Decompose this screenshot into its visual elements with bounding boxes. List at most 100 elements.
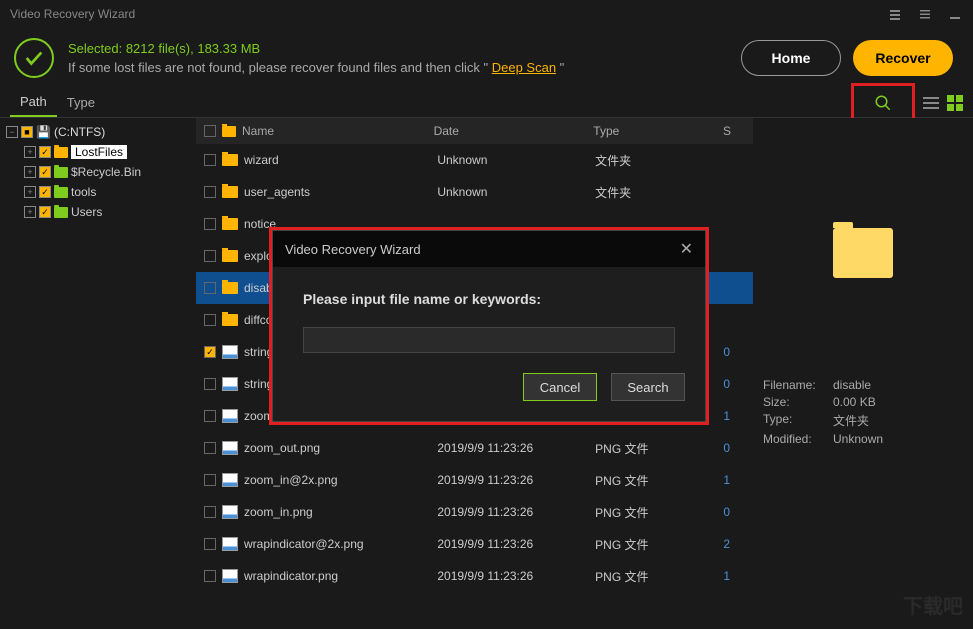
file-size: 0 <box>723 377 753 391</box>
tree-item[interactable]: + ✓ Users <box>6 202 190 222</box>
file-name: zoom_out.png <box>244 441 437 455</box>
file-check[interactable] <box>204 474 216 486</box>
tree-check[interactable]: ✓ <box>39 206 51 218</box>
file-type: 文件夹 <box>595 184 723 201</box>
search-input[interactable] <box>303 327 675 353</box>
list-view-icon[interactable] <box>923 95 939 111</box>
hint-text: If some lost files are not found, please… <box>68 60 727 75</box>
search-modal: Video Recovery Wizard ✕ Please input fil… <box>272 230 706 422</box>
tree-label: LostFiles <box>71 145 127 159</box>
folder-icon <box>54 187 68 198</box>
file-row[interactable]: user_agents Unknown 文件夹 <box>196 176 753 208</box>
file-row[interactable]: wrapindicator.png 2019/9/9 11:23:26 PNG … <box>196 560 753 592</box>
home-button[interactable]: Home <box>741 40 841 76</box>
collapse-icon[interactable]: − <box>6 126 18 138</box>
col-date[interactable]: Date <box>434 124 594 138</box>
file-date: Unknown <box>437 185 595 199</box>
tree-label: tools <box>71 185 96 199</box>
deep-scan-link[interactable]: Deep Scan <box>492 60 556 75</box>
val-filename: disable <box>833 378 871 392</box>
file-check[interactable] <box>204 218 216 230</box>
modal-highlight: Video Recovery Wizard ✕ Please input fil… <box>269 227 709 425</box>
col-name[interactable]: Name <box>242 124 274 138</box>
tabs-row: Path Type <box>0 88 973 118</box>
file-check[interactable] <box>204 410 216 422</box>
png-icon <box>222 505 238 519</box>
tree-check[interactable]: ■ <box>21 126 33 138</box>
expand-icon[interactable]: + <box>24 206 36 218</box>
file-row[interactable]: zoom_out.png 2019/9/9 11:23:26 PNG 文件 0 <box>196 432 753 464</box>
tree-check[interactable]: ✓ <box>39 186 51 198</box>
tree-label: $Recycle.Bin <box>71 165 141 179</box>
tree-check[interactable]: ✓ <box>39 166 51 178</box>
file-type: PNG 文件 <box>595 440 723 457</box>
modal-prompt: Please input file name or keywords: <box>303 291 675 307</box>
file-header: Name Date Type S <box>196 118 753 144</box>
file-type: PNG 文件 <box>595 536 723 553</box>
tree-item[interactable]: + ✓ tools <box>6 182 190 202</box>
file-date: 2019/9/9 11:23:26 <box>437 441 595 455</box>
col-type[interactable]: Type <box>593 124 723 138</box>
cancel-button[interactable]: Cancel <box>523 373 597 401</box>
file-date: Unknown <box>437 153 595 167</box>
val-size: 0.00 KB <box>833 395 876 409</box>
minimize-icon[interactable] <box>947 6 963 22</box>
sidebar-tree: − ■ 💾 (C:NTFS) + ✓ LostFiles+ ✓ $Recycle… <box>0 118 196 629</box>
file-size: 0 <box>723 345 753 359</box>
file-size: 2 <box>723 537 753 551</box>
folder-icon <box>222 126 236 137</box>
drive-icon: 💾 <box>36 125 51 139</box>
tree-root[interactable]: − ■ 💾 (C:NTFS) <box>6 122 190 142</box>
app-title: Video Recovery Wizard <box>10 7 135 21</box>
png-icon <box>222 345 238 359</box>
tab-path[interactable]: Path <box>10 88 57 117</box>
lbl-size: Size: <box>763 395 833 409</box>
file-check[interactable] <box>204 570 216 582</box>
file-check[interactable] <box>204 538 216 550</box>
file-row[interactable]: zoom_in.png 2019/9/9 11:23:26 PNG 文件 0 <box>196 496 753 528</box>
window-icon-1[interactable] <box>887 6 903 22</box>
grid-view-icon[interactable] <box>947 95 963 111</box>
file-check[interactable] <box>204 250 216 262</box>
expand-icon[interactable]: + <box>24 186 36 198</box>
file-name: wizard <box>244 153 437 167</box>
file-name: user_agents <box>244 185 437 199</box>
search-highlight <box>851 83 915 123</box>
file-size: 0 <box>723 441 753 455</box>
expand-icon[interactable]: + <box>24 166 36 178</box>
search-button[interactable]: Search <box>611 373 685 401</box>
close-icon[interactable]: ✕ <box>680 239 693 259</box>
file-size: 1 <box>723 409 753 423</box>
file-name: zoom_in.png <box>244 505 437 519</box>
hint-suffix: " <box>556 60 564 75</box>
watermark: 下载吧 <box>903 590 963 619</box>
file-check[interactable] <box>204 314 216 326</box>
file-check[interactable] <box>204 154 216 166</box>
file-check[interactable] <box>204 506 216 518</box>
file-row[interactable]: wizard Unknown 文件夹 <box>196 144 753 176</box>
tree-item[interactable]: + ✓ LostFiles <box>6 142 190 162</box>
success-check-icon <box>14 38 54 78</box>
file-check[interactable]: ✓ <box>204 346 216 358</box>
tree-check[interactable]: ✓ <box>39 146 51 158</box>
file-check[interactable] <box>204 378 216 390</box>
file-row[interactable]: wrapindicator@2x.png 2019/9/9 11:23:26 P… <box>196 528 753 560</box>
preview-panel: Filename:disable Size:0.00 KB Type:文件夹 M… <box>753 118 973 629</box>
file-check[interactable] <box>204 442 216 454</box>
file-type: PNG 文件 <box>595 504 723 521</box>
file-check[interactable] <box>204 282 216 294</box>
folder-icon <box>222 250 238 262</box>
col-size[interactable]: S <box>723 124 753 138</box>
header-check[interactable] <box>204 125 216 137</box>
recover-button[interactable]: Recover <box>853 40 953 76</box>
file-row[interactable]: zoom_in@2x.png 2019/9/9 11:23:26 PNG 文件 … <box>196 464 753 496</box>
search-icon[interactable] <box>874 94 892 112</box>
png-icon <box>222 441 238 455</box>
tab-type[interactable]: Type <box>57 89 105 116</box>
expand-icon[interactable]: + <box>24 146 36 158</box>
file-size: 1 <box>723 473 753 487</box>
tree-item[interactable]: + ✓ $Recycle.Bin <box>6 162 190 182</box>
titlebar: Video Recovery Wizard <box>0 0 973 28</box>
file-check[interactable] <box>204 186 216 198</box>
window-icon-2[interactable] <box>917 6 933 22</box>
